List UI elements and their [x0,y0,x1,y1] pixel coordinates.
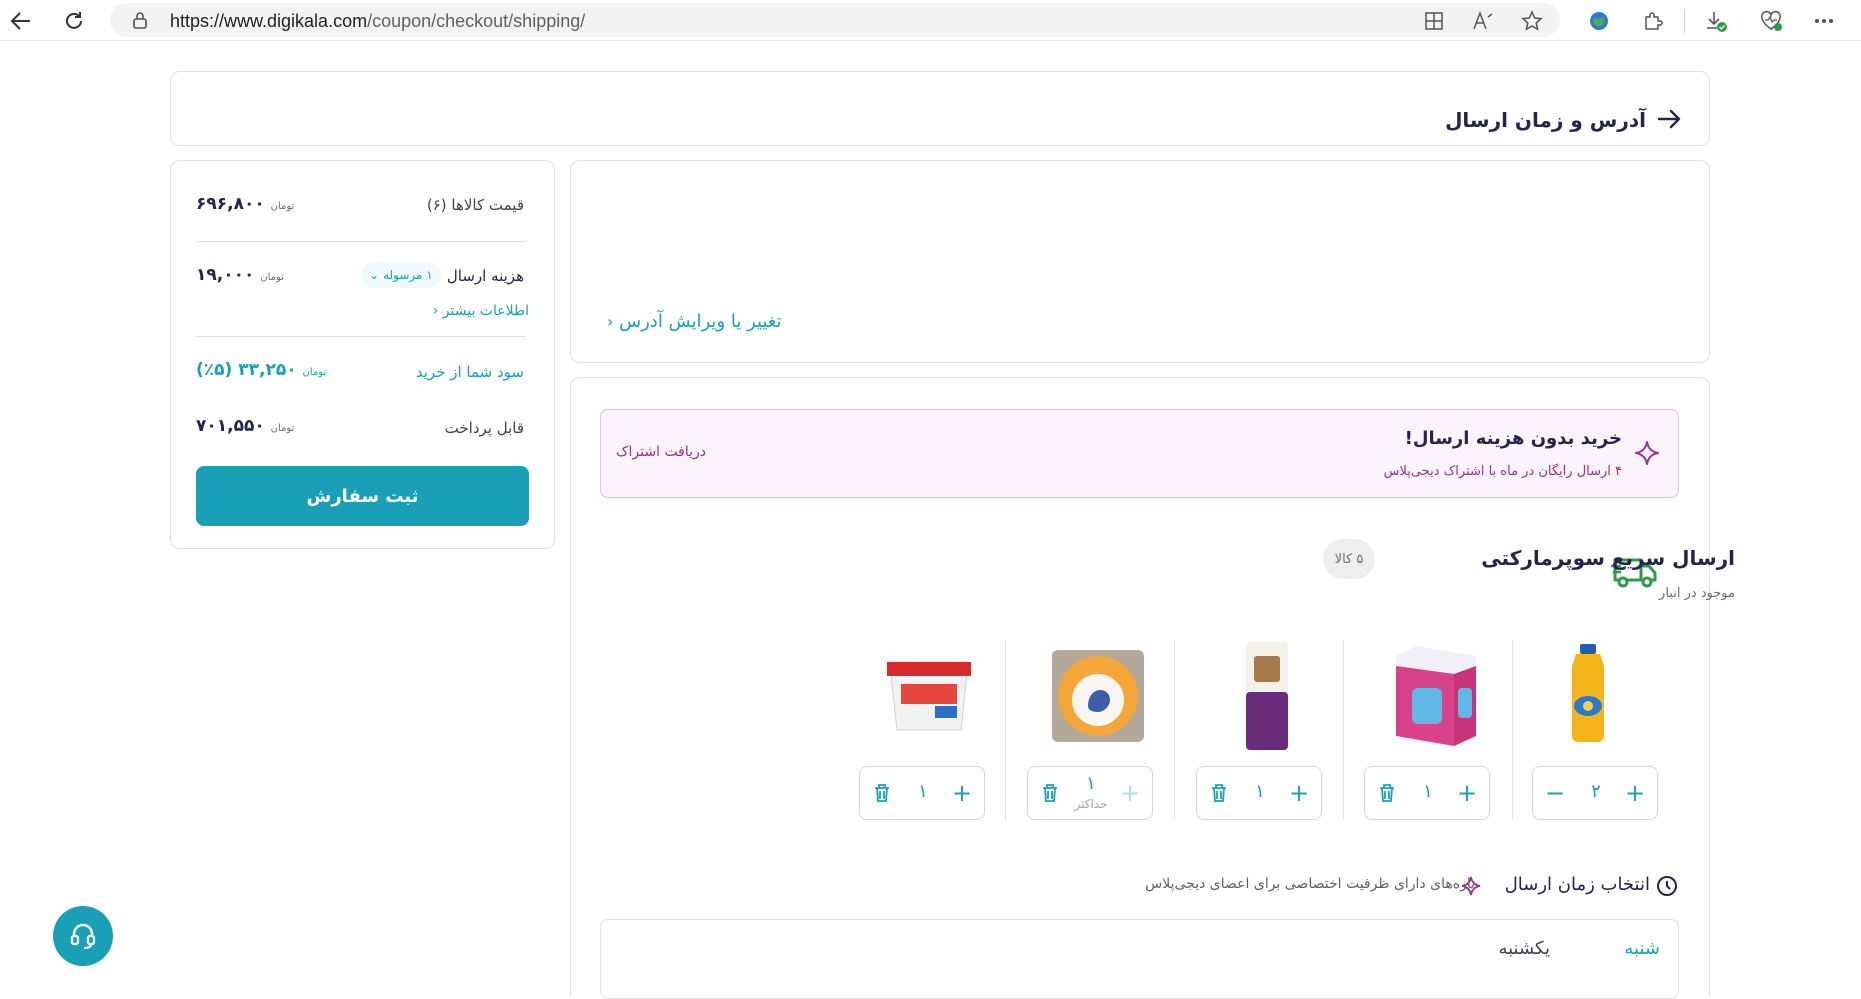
browser-toolbar: https://www.digikala.com/coupon/checkout… [0,0,1861,41]
reload-icon[interactable] [57,4,91,38]
read-aloud-icon[interactable] [1467,5,1499,37]
clock-icon [1657,876,1677,896]
divider [196,241,526,242]
your-profit-label: سود شما از خرید [415,363,524,381]
chevron-left-icon: ‹ [432,303,439,319]
delivery-time-title: انتخاب زمان ارسال [1504,874,1650,895]
sparkle-icon [1635,441,1659,465]
cheese-box-image [887,662,971,731]
delivery-time-note: بازه‌های دارای ظرفیت اختصاصی برای اعضای … [1145,876,1475,892]
payable-label: قابل پرداخت [444,419,524,437]
apps-icon[interactable] [1418,5,1450,37]
divider [1343,640,1344,820]
your-profit-value: تومان ۳۳,۲۵۰ (۵٪) [196,360,327,380]
get-subscription-link[interactable]: دریافت اشتراک [616,444,706,460]
divider [196,336,526,337]
quantity-value: ۱ [1086,773,1096,794]
quantity-stepper[interactable]: + ۱ [1196,766,1322,820]
trash-icon[interactable] [1207,781,1231,805]
availability-text: موجود در انبار [1659,586,1735,601]
eggs-tray-image [1052,650,1144,742]
max-limit-label: حداکثر [1074,797,1108,811]
change-address-link[interactable]: تغییر یا ویرایش آدرس ‹ [607,311,782,332]
back-arrow-icon[interactable] [1656,106,1682,132]
chevron-left-icon: ‹ [607,312,614,331]
payable-value: تومان ۷۰۱,۵۵۰ [196,416,295,436]
cooking-oil-image [1572,644,1604,742]
tab-day-saturday[interactable]: شنبه [1624,938,1660,959]
quantity-value: ۲ [1591,781,1601,802]
quantity-stepper[interactable]: + ۲ − [1532,766,1658,820]
shipping-cost-label: هزینه ارسال [446,267,524,285]
performance-heart-icon[interactable] [1755,5,1787,37]
divider [1174,640,1175,820]
divider [1512,640,1513,820]
quantity-value: ۱ [1255,781,1265,802]
lock-icon [133,12,147,29]
trash-icon[interactable] [1375,781,1399,805]
shipping-cost-value: تومان ۱۹,۰۰۰ [196,265,284,285]
promo-title: خرید بدون هزینه ارسال! [1404,428,1622,449]
support-chat-button[interactable] [53,906,113,966]
favorite-star-icon[interactable] [1516,5,1548,37]
more-menu-icon[interactable] [1808,5,1840,37]
chevron-down-icon: ⌄ [369,268,380,282]
shipment-count-pill[interactable]: ۱ مرسوله ⌄ [361,262,441,288]
toolbar-separator [1684,9,1685,33]
address-card: تغییر یا ویرایش آدرس ‹ [570,160,1710,363]
tab-day-sunday[interactable]: یکشنبه [1498,938,1550,959]
divider [1005,640,1006,820]
quantity-stepper[interactable]: + ۱ حداکثر [1027,766,1153,820]
plus-icon[interactable]: + [1287,781,1311,805]
minus-icon[interactable]: − [1543,781,1567,805]
extensions-puzzle-icon[interactable] [1637,5,1669,37]
items-price-value: تومان ۶۹۶,۸۰۰ [196,194,295,214]
rice-bag-image [1246,642,1288,750]
plus-icon[interactable]: + [950,781,974,805]
items-price-label: قیمت کالاها (۶) [426,196,524,214]
digiplus-promo-banner: خرید بدون هزینه ارسال! ۴ ارسال رایگان در… [600,409,1679,498]
headset-icon [70,923,96,950]
url-text: https://www.digikala.com/coupon/checkout… [170,11,586,31]
back-icon[interactable] [4,4,38,38]
plus-icon[interactable]: + [1455,781,1479,805]
downloads-icon[interactable] [1700,5,1732,37]
plus-icon[interactable]: + [1623,781,1647,805]
item-count-badge: ۵ کالا [1323,539,1375,579]
quantity-stepper[interactable]: + ۱ [859,766,985,820]
address-bar[interactable]: https://www.digikala.com/coupon/checkout… [110,3,1560,37]
submit-order-button[interactable]: ثبت سفارش [196,466,529,526]
order-summary-card: قیمت کالاها (۶) تومان ۶۹۶,۸۰۰ هزینه ارسا… [170,160,555,549]
quantity-stepper[interactable]: + ۱ [1364,766,1490,820]
promo-subtitle: ۴ ارسال رایگان در ماه با اشتراک دیجی‌پلا… [1383,464,1622,479]
quantity-value: ۱ [918,781,928,802]
page-title: آدرس و زمان ارسال [1445,108,1646,132]
quantity-value: ۱ [1423,781,1433,802]
shipment-title: ارسال سریع سوپرمارکتی [1481,546,1735,570]
extension-globe-icon[interactable] [1583,5,1615,37]
trash-icon[interactable] [870,781,894,805]
more-info-link[interactable]: اطلاعات بیشتر ‹ [433,303,529,319]
trash-icon[interactable] [1038,781,1062,805]
delivery-day-tabs: شنبه یکشنبه [600,919,1679,999]
plus-icon[interactable]: + [1118,781,1142,805]
page-header-card: آدرس و زمان ارسال [170,71,1710,146]
milk-pack-image [1396,646,1476,746]
